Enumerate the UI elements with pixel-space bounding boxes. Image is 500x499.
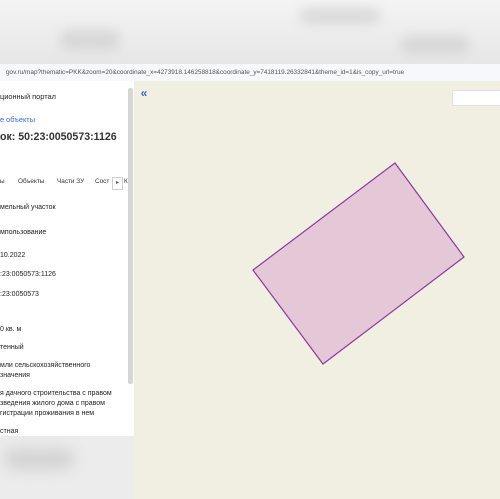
- field-cadastral-block: :23:0050573: [0, 291, 39, 298]
- blurred-shape: [4, 448, 74, 470]
- field-permitted-use-line2: зведения жилого дома с правом: [0, 400, 105, 407]
- field-area: 0 кв. м: [0, 326, 22, 333]
- tab-info[interactable]: ы: [0, 178, 5, 185]
- panel-tabs: ы Объекты Части ЗУ Сост ▸ К: [0, 177, 134, 190]
- field-cadastral-number: :23:0050573:1126: [0, 271, 56, 278]
- map-search-input[interactable]: [452, 90, 500, 106]
- field-date: 10.2022: [0, 252, 26, 259]
- tab-objects[interactable]: Объекты: [18, 178, 44, 185]
- land-parcel-polygon[interactable]: [252, 162, 465, 365]
- field-permitted-use-line1: я дачного строительства с правом: [0, 390, 112, 397]
- panel-scrollbar[interactable]: [128, 88, 133, 384]
- collapse-panel-icon[interactable]: «: [137, 86, 151, 100]
- parcel-title: ок: 50:23:0050573:1126: [0, 131, 117, 143]
- field-object-type: мельный участок: [0, 204, 56, 211]
- field-status: тенный: [0, 344, 24, 351]
- objects-link[interactable]: е объекты: [0, 115, 35, 124]
- field-category-line2: значения: [0, 372, 30, 379]
- tab-scroll-right-icon[interactable]: ▸: [112, 177, 123, 190]
- tab-composition[interactable]: Сост: [95, 178, 109, 185]
- field-category-line1: мли сельскохозяйственного: [0, 362, 91, 369]
- portal-title: ционный портал: [0, 92, 56, 101]
- field-land-use: мпользование: [0, 229, 47, 236]
- field-permitted-use-line3: гистрации проживания в нем: [0, 410, 95, 417]
- tab-parts[interactable]: Части ЗУ: [57, 178, 84, 185]
- field-ownership: стная: [0, 428, 19, 435]
